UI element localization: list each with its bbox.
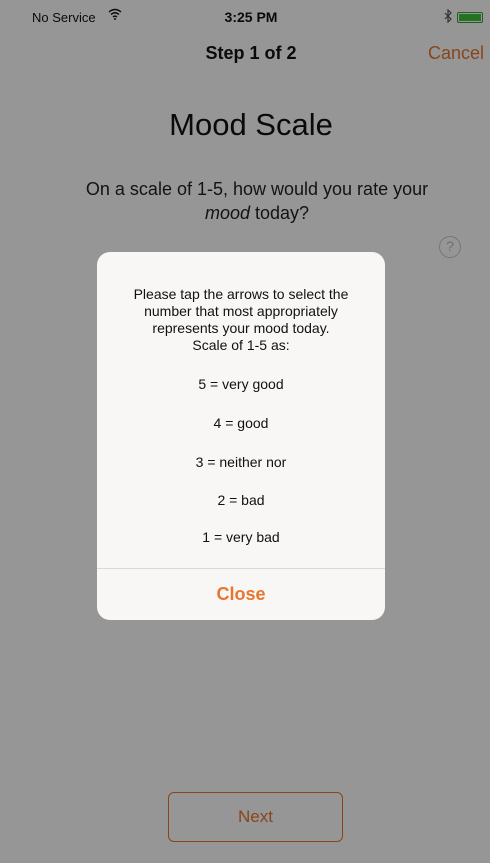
scale-item-5: 5 = very good (198, 376, 284, 392)
alert-message: Please tap the arrows to select the numb… (115, 286, 367, 354)
alert-message-line: represents your mood today. (152, 320, 330, 336)
alert-body: Please tap the arrows to select the numb… (97, 252, 385, 568)
info-alert: Please tap the arrows to select the numb… (97, 252, 385, 620)
scale-item-3: 3 = neither nor (195, 454, 287, 470)
scale-item-2: 2 = bad (217, 492, 265, 508)
alert-message-line: Scale of 1-5 as: (192, 337, 290, 353)
scale-item-4: 4 = good (213, 415, 269, 431)
close-button[interactable]: Close (97, 569, 385, 620)
alert-message-line: number that most appropriately (144, 303, 338, 319)
alert-message-line: Please tap the arrows to select the (133, 286, 349, 302)
scale-item-1: 1 = very bad (202, 529, 280, 545)
